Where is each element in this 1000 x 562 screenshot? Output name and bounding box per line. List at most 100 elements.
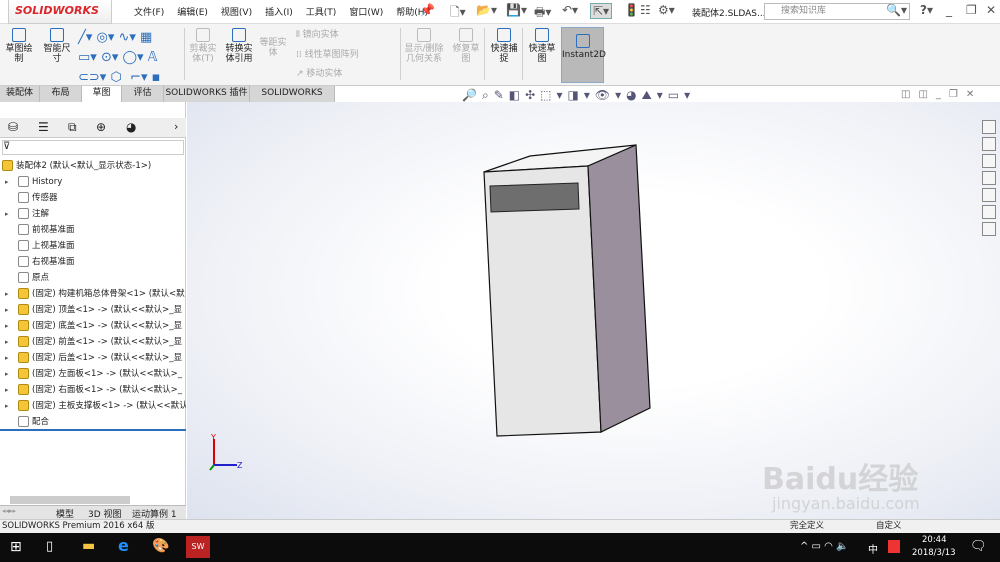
zoom-to-fit-icon[interactable]: 🔎 bbox=[462, 88, 482, 102]
feature-manager-tab-icon[interactable]: ⛁ bbox=[8, 120, 18, 134]
property-manager-tab-icon[interactable]: ☰ bbox=[38, 120, 49, 134]
expand-arrow-icon[interactable]: ▸ bbox=[5, 334, 9, 350]
tree-item[interactable]: 配合 bbox=[0, 414, 186, 430]
help-icon[interactable]: ?▾ bbox=[920, 3, 933, 17]
dynamic-annotation-icon[interactable]: ✣ bbox=[525, 88, 540, 102]
save-icon[interactable]: 💾▾ bbox=[506, 3, 527, 17]
sketch-button[interactable]: 草图绘制 bbox=[2, 28, 36, 64]
undo-icon[interactable]: ↶▾ bbox=[562, 3, 578, 17]
display-relations-button[interactable]: 显示/删除几何关系 bbox=[403, 28, 445, 64]
solidworks-taskbar-icon[interactable]: SW bbox=[186, 536, 210, 558]
tree-item[interactable]: ▸ (固定) 构建机箱总体骨架<1> (默认<默 bbox=[0, 286, 186, 302]
instant2d-button[interactable]: Instant2D bbox=[561, 27, 606, 83]
tab-evaluate[interactable]: 评估 bbox=[122, 86, 164, 102]
panel-scroll-right-icon[interactable]: › bbox=[174, 120, 178, 133]
heads-up-view-toolbar[interactable]: 🔎⌕✎◧✣⬚▾◨▾👁▾◕⛰▾▭▾ bbox=[462, 88, 695, 103]
home-icon[interactable] bbox=[982, 120, 996, 134]
display-manager-tab-icon[interactable]: ◕ bbox=[126, 120, 136, 134]
configuration-manager-tab-icon[interactable]: ⧉ bbox=[68, 120, 77, 135]
sketch-entities-grid[interactable]: ╱▾ ◎▾ ∿▾ ▦ ▭▾ ⊙▾ ◯▾ 𝔸 ⊂⊃▾ ⬡ ⌐▾ ▪ bbox=[78, 28, 178, 88]
open-icon[interactable]: 📂▾ bbox=[476, 3, 497, 17]
minimize-button[interactable]: _ bbox=[946, 3, 952, 17]
tree-horizontal-scrollbar[interactable] bbox=[10, 496, 130, 504]
apply-scene-icon[interactable]: ⛰▾ bbox=[642, 88, 668, 102]
mirror-entities-button[interactable]: ⫴ 镜向实体 bbox=[296, 30, 339, 40]
tree-item[interactable]: 右视基准面 bbox=[0, 254, 186, 270]
file-explorer-icon[interactable] bbox=[982, 154, 996, 168]
view-orientation-icon[interactable]: ⬚▾ bbox=[540, 88, 567, 102]
hide-show-icon[interactable]: 👁▾ bbox=[595, 88, 626, 102]
viewport-window-controls[interactable]: ◫◫_❐✕ bbox=[901, 89, 982, 100]
expand-arrow-icon[interactable]: ▸ bbox=[5, 318, 9, 334]
tree-item[interactable]: ▸ (固定) 顶盖<1> -> (默认<<默认>_显 bbox=[0, 302, 186, 318]
dimxpert-tab-icon[interactable]: ⊕ bbox=[96, 120, 106, 134]
custom-properties-icon[interactable] bbox=[982, 205, 996, 219]
tab-assembly[interactable]: 装配体 bbox=[0, 86, 40, 102]
menu-window[interactable]: 窗口(W) bbox=[349, 8, 383, 18]
display-style-icon[interactable]: ◨▾ bbox=[568, 88, 595, 102]
convert-entities-button[interactable]: 转换实体引用 bbox=[222, 28, 256, 64]
tab-sketch[interactable]: 草图 bbox=[82, 86, 122, 102]
expand-arrow-icon[interactable]: ▸ bbox=[5, 382, 9, 398]
menu-tools[interactable]: 工具(T) bbox=[306, 8, 337, 18]
tab-scroll-arrows[interactable]: ◂◂▸▸ bbox=[2, 507, 16, 515]
expand-arrow-icon[interactable]: ▸ bbox=[5, 174, 9, 190]
file-explorer-taskbar-icon[interactable]: ▬ bbox=[82, 538, 95, 554]
sogou-ime-icon[interactable] bbox=[888, 540, 900, 553]
section-view-icon[interactable]: ◧ bbox=[509, 88, 525, 102]
tree-item[interactable]: ▸ (固定) 左面板<1> -> (默认<<默认>_ bbox=[0, 366, 186, 382]
menu-edit[interactable]: 编辑(E) bbox=[177, 8, 208, 18]
system-tray-icons[interactable]: ^ ▭ ◠ 🔈 bbox=[800, 541, 849, 552]
tree-item[interactable]: 上视基准面 bbox=[0, 238, 186, 254]
tab-layout[interactable]: 布局 bbox=[40, 86, 82, 102]
appearances-icon[interactable] bbox=[982, 188, 996, 202]
windows-start-icon[interactable]: ⊞ bbox=[10, 539, 22, 555]
expand-arrow-icon[interactable]: ▸ bbox=[5, 302, 9, 318]
tree-item[interactable]: ▸ (固定) 底盖<1> -> (默认<<默认>_显 bbox=[0, 318, 186, 334]
menu-insert[interactable]: 插入(I) bbox=[265, 8, 293, 18]
tree-root[interactable]: 装配体2 (默认<默认_显示状态-1>) bbox=[0, 158, 186, 174]
expand-arrow-icon[interactable]: ▸ bbox=[5, 350, 9, 366]
forum-icon[interactable] bbox=[982, 222, 996, 236]
tree-item[interactable]: ▸ History bbox=[0, 174, 186, 190]
smart-dimension-button[interactable]: 智能尺寸 bbox=[40, 28, 74, 64]
clock-date[interactable]: 2018/3/13 bbox=[912, 548, 956, 558]
options-gear-icon[interactable]: ⚙▾ bbox=[658, 3, 675, 17]
trim-entities-button[interactable]: 剪裁实体(T) bbox=[188, 28, 218, 64]
paint-icon[interactable]: 🎨 bbox=[152, 538, 169, 554]
expand-arrow-icon[interactable]: ▸ bbox=[5, 286, 9, 302]
zoom-area-icon[interactable]: ⌕ bbox=[482, 88, 494, 102]
status-units[interactable]: 自定义 bbox=[876, 520, 902, 533]
tree-item[interactable]: ▸ 注解 bbox=[0, 206, 186, 222]
select-icon[interactable]: ⇱▾ bbox=[590, 3, 613, 19]
print-icon[interactable]: 🖶▾ bbox=[534, 3, 551, 24]
task-view-icon[interactable]: ▯ bbox=[46, 539, 53, 554]
view-palette-icon[interactable] bbox=[982, 171, 996, 185]
file-properties-icon[interactable]: ☷ bbox=[640, 3, 651, 17]
tab-solidworks-mbd[interactable]: SOLIDWORKS MBD bbox=[250, 86, 335, 113]
expand-arrow-icon[interactable]: ▸ bbox=[5, 206, 9, 222]
design-library-icon[interactable] bbox=[982, 137, 996, 151]
edge-browser-icon[interactable]: e bbox=[118, 536, 129, 555]
menu-file[interactable]: 文件(F) bbox=[134, 8, 164, 18]
rebuild-icon[interactable]: 🚦 bbox=[624, 3, 639, 17]
rapid-sketch-button[interactable]: 快速草图 bbox=[526, 28, 558, 64]
expand-arrow-icon[interactable]: ▸ bbox=[5, 398, 9, 414]
tree-item[interactable]: 原点 bbox=[0, 270, 186, 286]
quick-snaps-button[interactable]: 快速捕捉 bbox=[488, 28, 520, 64]
move-entities-button[interactable]: ↗ 移动实体 bbox=[296, 69, 342, 79]
tree-item[interactable]: 前视基准面 bbox=[0, 222, 186, 238]
tree-item[interactable]: ▸ (固定) 后盖<1> -> (默认<<默认>_显 bbox=[0, 350, 186, 366]
menu-view[interactable]: 视图(V) bbox=[221, 8, 252, 18]
tree-item[interactable]: ▸ (固定) 主板支撑板<1> -> (默认<<默认 bbox=[0, 398, 186, 414]
repair-sketch-button[interactable]: 修复草图 bbox=[450, 28, 482, 64]
notification-icon[interactable]: 🗨 bbox=[970, 539, 987, 554]
tree-item[interactable]: ▸ (固定) 右面板<1> -> (默认<<默认>_ bbox=[0, 382, 186, 398]
tree-filter-input[interactable]: ⊽ bbox=[2, 140, 184, 155]
clock-time[interactable]: 20:44 bbox=[922, 535, 947, 545]
previous-view-icon[interactable]: ✎ bbox=[494, 88, 509, 102]
restore-button[interactable]: ❐ bbox=[966, 3, 977, 17]
pin-icon[interactable]: 📌 bbox=[420, 3, 435, 17]
close-button[interactable]: ✕ bbox=[986, 3, 996, 17]
tree-item[interactable]: ▸ (固定) 前盖<1> -> (默认<<默认>_显 bbox=[0, 334, 186, 350]
